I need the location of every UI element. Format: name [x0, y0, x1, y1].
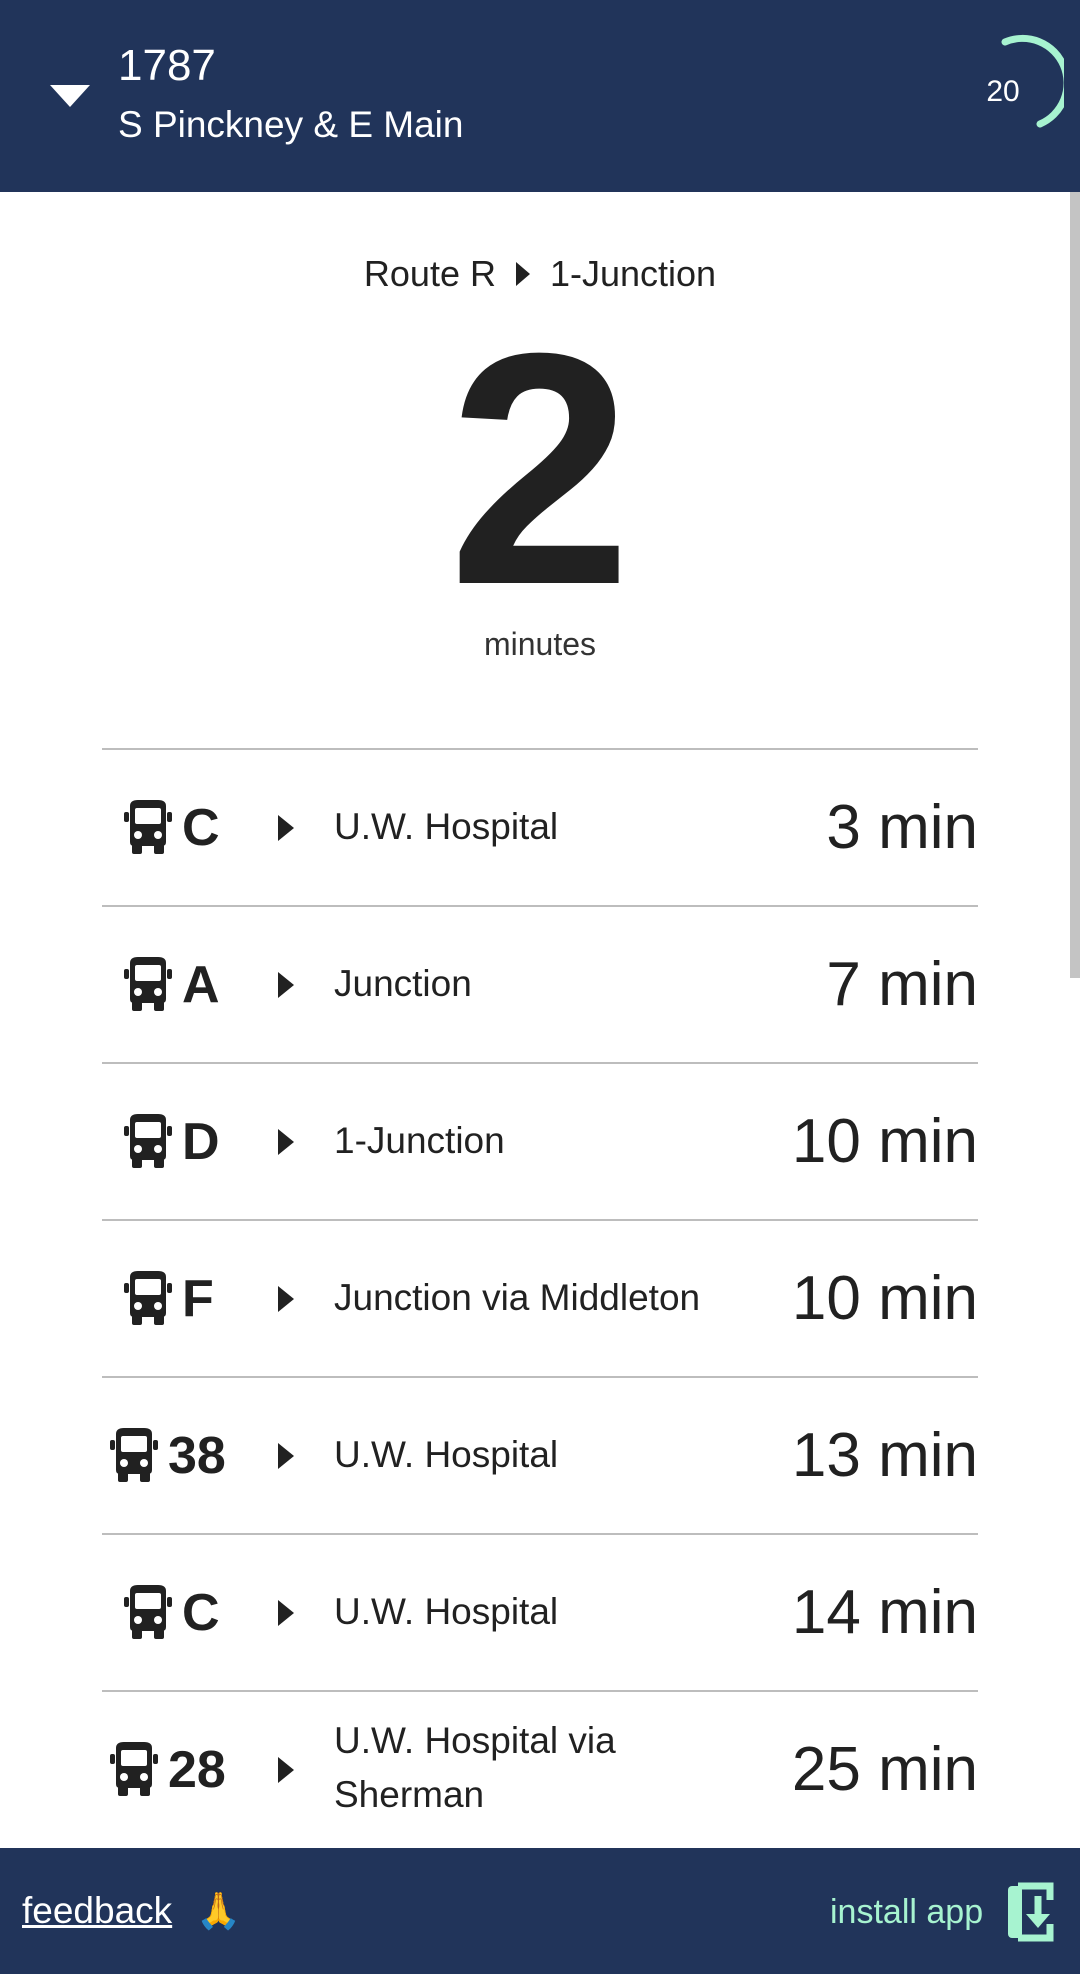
install-app-link[interactable]: install app	[830, 1890, 983, 1934]
minutes-label: minutes	[483, 626, 597, 662]
arrivals-content: Route R 1-Junction 2 minutes C U.W. Hospi…	[0, 192, 1070, 1848]
bus-icon	[110, 1742, 158, 1796]
refresh-countdown: 20	[986, 75, 1020, 108]
destination: U.W. Hospital	[334, 1591, 559, 1632]
caret-right-icon	[278, 1757, 294, 1783]
destination: U.W. Hospital	[334, 1434, 559, 1475]
arrival-row[interactable]: F Junction via Middleton 10 min	[102, 1219, 978, 1376]
arrival-row[interactable]: 38 U.W. Hospital 13 min	[102, 1376, 978, 1533]
stop-id: 1787	[118, 41, 216, 90]
bus-icon	[110, 1428, 158, 1482]
arrival-row[interactable]: 28 U.W. Hospital via Sherman 25 min	[102, 1690, 978, 1847]
bus-icon	[124, 800, 172, 854]
route-badge: 28	[168, 1741, 226, 1799]
arrival-time: 3 min	[826, 793, 978, 862]
bus-icon	[124, 957, 172, 1011]
destination: Junction via Middleton	[334, 1277, 701, 1318]
arrival-time: 13 min	[791, 1421, 978, 1490]
caret-right-icon	[278, 815, 294, 841]
bus-icon	[124, 1271, 172, 1325]
caret-right-icon	[278, 972, 294, 998]
arrival-time: 10 min	[791, 1264, 978, 1333]
stop-header: 1787 S Pinckney & E Main 20	[0, 0, 1080, 192]
route-badge: C	[182, 799, 220, 857]
destination: 1-Junction	[334, 1120, 505, 1161]
destination: U.W. Hospital via Sherman	[334, 1720, 616, 1815]
arrivals-list: C U.W. Hospital 3 min A Junction 7 min D 1-Junc…	[102, 748, 978, 1847]
route-badge: 38	[168, 1427, 226, 1485]
caret-right-icon	[278, 1286, 294, 1312]
arrival-time: 10 min	[791, 1107, 978, 1176]
arrival-row[interactable]: C U.W. Hospital 14 min	[102, 1533, 978, 1690]
bus-icon	[124, 1585, 172, 1639]
destination: U.W. Hospital	[334, 806, 559, 847]
next-arrival-minutes: 2	[448, 284, 632, 653]
route-badge: A	[182, 956, 220, 1014]
stop-name: S Pinckney & E Main	[118, 104, 464, 145]
arrival-time: 25 min	[791, 1735, 978, 1804]
arrival-row[interactable]: C U.W. Hospital 3 min	[102, 748, 978, 905]
footer-bar: feedback 🙏 install app	[0, 1848, 1080, 1974]
route-badge: D	[182, 1113, 220, 1171]
arrival-time: 14 min	[791, 1578, 978, 1647]
collapse-button[interactable]	[44, 78, 96, 114]
caret-right-icon	[278, 1600, 294, 1626]
route-badge: C	[182, 1584, 220, 1642]
arrival-time: 7 min	[826, 950, 978, 1019]
caret-right-icon	[278, 1443, 294, 1469]
bus-icon	[124, 1114, 172, 1168]
caret-right-icon	[515, 262, 530, 286]
caret-right-icon	[278, 1129, 294, 1155]
scrollbar[interactable]	[1070, 192, 1080, 978]
install-download-icon[interactable]	[1004, 1880, 1060, 1944]
caret-down-icon	[50, 85, 90, 107]
route-badge: F	[182, 1270, 214, 1328]
folded-hands-emoji: 🙏	[196, 1890, 241, 1931]
destination: Junction	[334, 963, 472, 1004]
arrival-row[interactable]: D 1-Junction 10 min	[102, 1062, 978, 1219]
feedback-link[interactable]: feedback	[22, 1886, 172, 1936]
arrival-row[interactable]: A Junction 7 min	[102, 905, 978, 1062]
